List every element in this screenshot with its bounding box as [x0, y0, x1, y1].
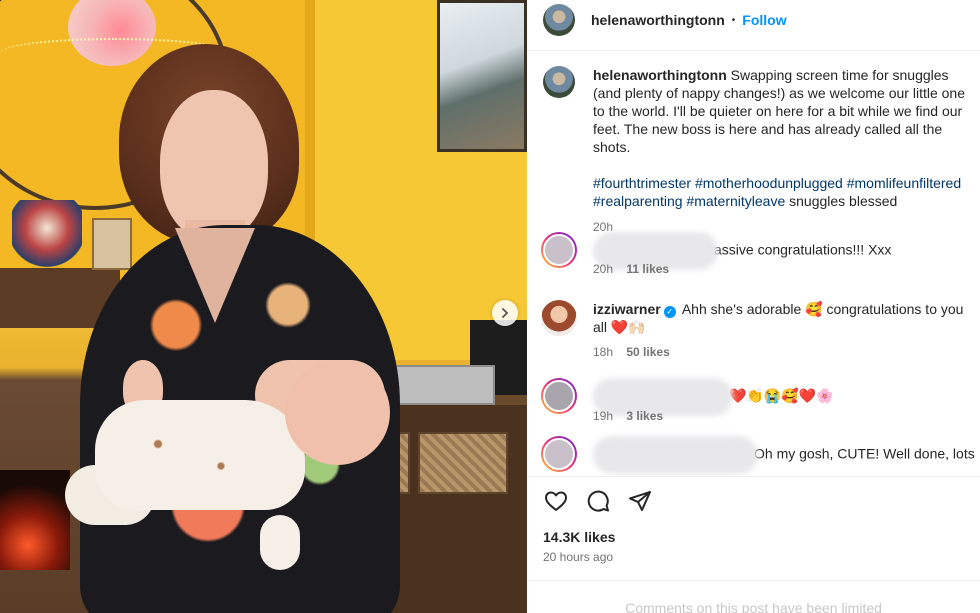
comment-time: 20h	[593, 262, 614, 276]
comment-meta: 19h 3 likes	[593, 409, 663, 423]
caption-avatar[interactable]	[543, 66, 575, 98]
hashtag[interactable]: #maternityleave	[686, 193, 785, 209]
divider	[527, 50, 980, 51]
caption-tail: snuggles blessed	[789, 193, 898, 209]
comments-scroll-area[interactable]: helenaworthingtonn Swapping screen time …	[527, 52, 980, 476]
comment-meta: 18h 50 likes	[593, 345, 670, 359]
post-photo[interactable]	[0, 0, 527, 613]
baby-foot	[260, 515, 300, 570]
comment-meta: 20h 11 likes	[593, 262, 669, 276]
commenter-avatar[interactable]	[541, 232, 577, 268]
caption-username[interactable]: helenaworthingtonn	[593, 67, 727, 83]
next-photo-button[interactable]	[492, 300, 518, 326]
verified-badge-icon: ✓	[663, 306, 676, 318]
comment-text: izziwarner ✓ Ahh she's adorable 🥰 congrat…	[593, 301, 964, 335]
comments-limited-notice: Comments on this post have been limited	[625, 600, 882, 613]
hashtag[interactable]: #motherhoodunplugged	[695, 175, 843, 191]
hashtag-list: #fourthtrimester #motherhoodunplugged #m…	[593, 174, 980, 210]
baby-onesie	[95, 400, 305, 510]
paper-plane-icon	[629, 491, 651, 511]
baby	[65, 360, 405, 570]
profile-avatar[interactable]	[543, 4, 575, 36]
hashtag[interactable]: #realparenting	[593, 193, 683, 209]
comment-bubble-icon	[587, 490, 609, 512]
divider	[527, 476, 980, 477]
blurred-username	[593, 436, 758, 474]
comment-text: Oh my gosh, CUTE! Well done, lots of res…	[593, 436, 978, 476]
comment-likes[interactable]: 11 likes	[626, 262, 669, 276]
comment-button[interactable]	[585, 488, 611, 514]
basket	[418, 432, 508, 494]
share-button[interactable]	[627, 488, 653, 514]
likes-count[interactable]: 14.3K likes	[543, 529, 615, 545]
comment-likes[interactable]: 3 likes	[626, 409, 663, 423]
caption-text: helenaworthingtonn Swapping screen time …	[593, 66, 980, 236]
heart-icon	[545, 491, 567, 511]
comment-item: izziwarner ✓ Ahh she's adorable 🥰 congrat…	[541, 300, 978, 359]
follow-button[interactable]: Follow	[742, 12, 786, 28]
post-header: helenaworthingtonn • Follow	[527, 0, 980, 40]
post-time: 20 hours ago	[543, 550, 614, 564]
comment-time: 19h	[593, 409, 614, 423]
neckline	[175, 228, 255, 323]
baby-head	[285, 360, 390, 465]
commenter-avatar[interactable]	[541, 300, 577, 336]
action-bar	[543, 488, 653, 514]
comment-likes[interactable]: 50 likes	[626, 345, 669, 359]
woman	[55, 40, 400, 613]
comment-item: assive congratulations!!! Xxx 20h 11 lik…	[541, 232, 978, 282]
commenter-avatar[interactable]	[541, 378, 577, 414]
painting	[437, 0, 527, 152]
header-username[interactable]: helenaworthingtonn	[591, 12, 725, 28]
comment-username[interactable]: izziwarner	[593, 301, 661, 317]
commenter-avatar[interactable]	[541, 436, 577, 472]
chevron-right-icon	[502, 308, 509, 318]
hashtag[interactable]: #momlifeunfiltered	[847, 175, 961, 191]
comment-item: Oh my gosh, CUTE! Well done, lots of res…	[541, 436, 978, 476]
face	[160, 90, 268, 240]
divider	[527, 580, 980, 581]
separator-dot: •	[731, 14, 736, 26]
comment-item: ❤️👏😭🥰❤️🌸 19h 3 likes	[541, 378, 978, 428]
hashtag[interactable]: #fourthtrimester	[593, 175, 691, 191]
like-button[interactable]	[543, 488, 569, 514]
post-side-panel: helenaworthingtonn • Follow helenaworthi…	[527, 0, 980, 613]
comment-time: 18h	[593, 345, 614, 359]
